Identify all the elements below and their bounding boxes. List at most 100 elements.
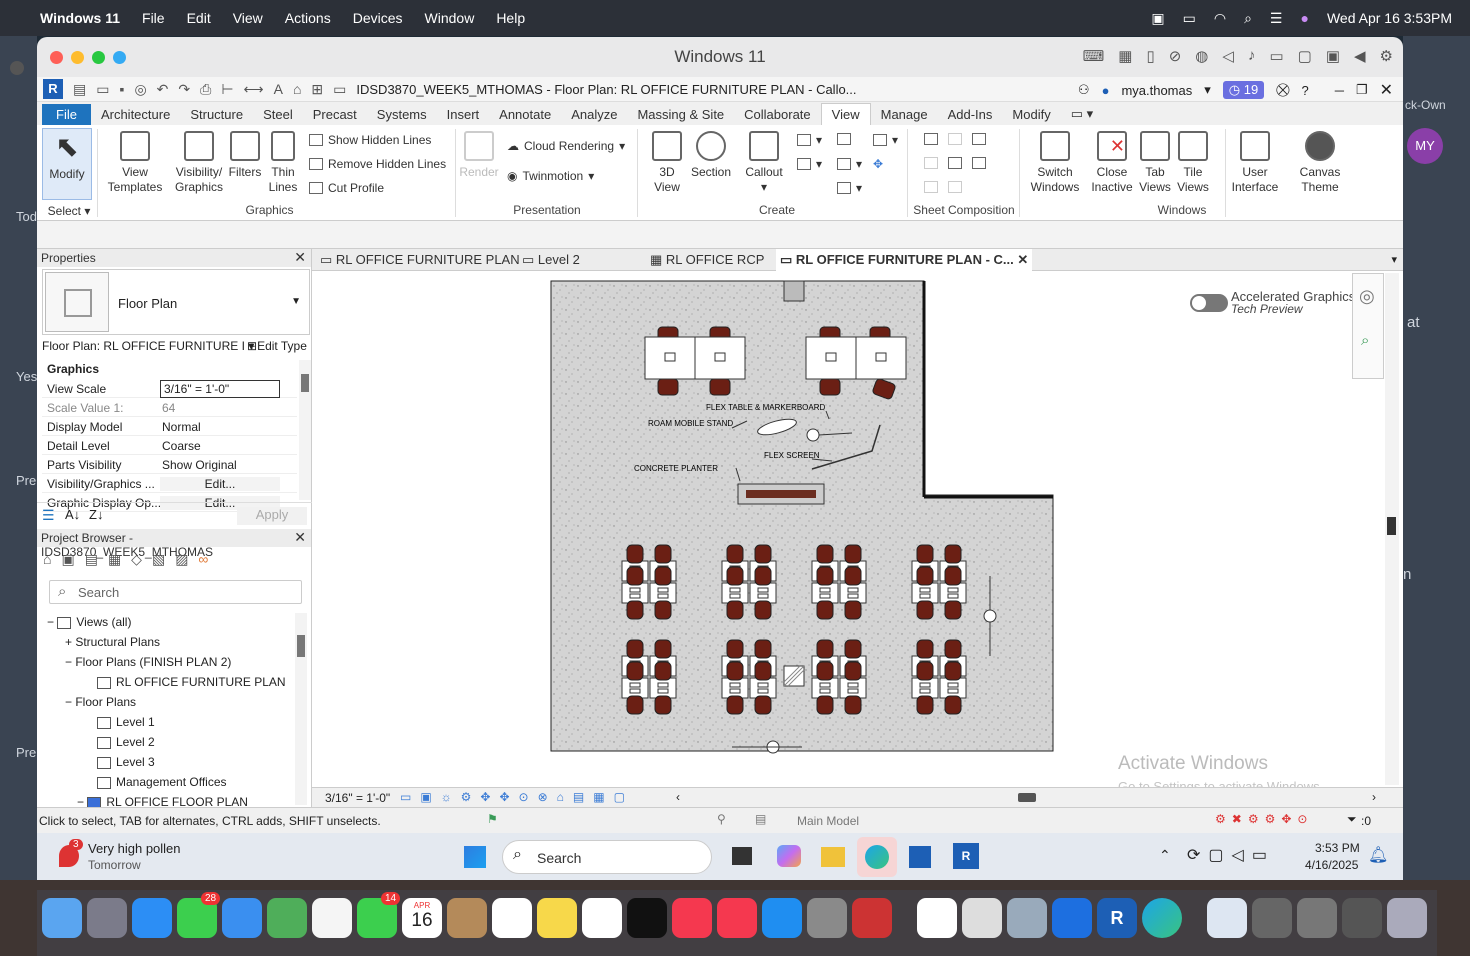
- tab-collaborate[interactable]: Collaborate: [734, 104, 821, 125]
- tab-annotate[interactable]: Annotate: [489, 104, 561, 125]
- tab-manage[interactable]: Manage: [871, 104, 938, 125]
- links-icon[interactable]: ▨: [175, 551, 188, 568]
- menubar-clock[interactable]: Wed Apr 16 3:53PM: [1327, 10, 1452, 26]
- wifi-icon[interactable]: ◠: [1214, 10, 1226, 27]
- dimension-icon[interactable]: ⟷: [244, 81, 264, 98]
- groups-icon[interactable]: ▧: [152, 551, 165, 568]
- tab-view[interactable]: View: [820, 103, 871, 125]
- menu-devices[interactable]: Devices: [353, 10, 403, 26]
- drive-icon[interactable]: ▭: [1269, 47, 1283, 65]
- close-tab-icon[interactable]: ✕: [1017, 252, 1028, 267]
- remote-desktop-icon[interactable]: [1007, 898, 1047, 938]
- tile-views-button[interactable]: Tile Views: [1175, 131, 1211, 195]
- browser-tree-item[interactable]: Level 1: [97, 715, 155, 729]
- property-row[interactable]: View Scale 3/16" = 1'-0": [42, 379, 297, 398]
- menu-help[interactable]: Help: [496, 10, 525, 26]
- system-tray-icons[interactable]: ⟳▢◁▭: [1187, 845, 1275, 865]
- tv-icon[interactable]: [627, 898, 667, 938]
- windows-11-icon[interactable]: [1052, 898, 1092, 938]
- families-icon[interactable]: ◇: [131, 551, 142, 568]
- view-ref-icon[interactable]: [972, 157, 986, 169]
- cut-profile-button[interactable]: Cut Profile: [309, 181, 384, 195]
- close-hidden-icon[interactable]: ⊞: [311, 81, 323, 98]
- open-icon[interactable]: ▤: [73, 81, 86, 98]
- windows-app-icon[interactable]: [917, 898, 957, 938]
- scope-box-button[interactable]: ✥: [873, 157, 883, 171]
- plan-views-button[interactable]: ▾: [797, 157, 822, 171]
- section-button[interactable]: Section: [689, 131, 733, 180]
- drafting-view-button[interactable]: [837, 133, 851, 145]
- browser-search-input[interactable]: ⌕ Search: [49, 580, 302, 604]
- file-explorer-icon[interactable]: [821, 847, 845, 867]
- user-interface-button[interactable]: User Interface: [1227, 131, 1283, 195]
- property-row[interactable]: Display Model Normal: [42, 417, 297, 436]
- browser-tree-item[interactable]: Management Offices: [97, 775, 227, 789]
- gear-icon[interactable]: ⚙: [1380, 47, 1393, 65]
- property-row[interactable]: Visibility/Graphics ... Edit...: [42, 474, 297, 493]
- sort-category-icon[interactable]: ☰: [42, 507, 55, 524]
- revit-logo-icon[interactable]: R: [43, 79, 63, 99]
- chevron-down-icon[interactable]: ▼: [291, 296, 301, 307]
- drawing-canvas[interactable]: FLEX TABLE & MARKERBOARD ROAM MOBILE STA…: [312, 271, 1403, 794]
- app-menu[interactable]: Windows 11: [40, 10, 120, 26]
- launchpad-icon[interactable]: [87, 898, 127, 938]
- tab-steel[interactable]: Steel: [253, 104, 303, 125]
- restore-icon[interactable]: ❐: [1356, 82, 1368, 98]
- window-thumbnail-icon[interactable]: [1297, 898, 1337, 938]
- notes-icon[interactable]: [537, 898, 577, 938]
- property-value[interactable]: Edit...: [160, 477, 280, 491]
- contextual-tab-dropdown-icon[interactable]: ▭ ▾: [1061, 103, 1103, 125]
- legends-button[interactable]: ▾: [837, 181, 862, 195]
- binoculars-icon[interactable]: ⚇: [1078, 82, 1090, 98]
- siri-icon[interactable]: ●: [1300, 10, 1308, 26]
- home-3d-icon[interactable]: ⌂: [293, 81, 301, 97]
- news-icon[interactable]: [717, 898, 757, 938]
- canvas-theme-button[interactable]: Canvas Theme: [1293, 131, 1347, 195]
- remove-hidden-lines-button[interactable]: Remove Hidden Lines: [309, 157, 446, 171]
- menu-file[interactable]: File: [142, 10, 165, 26]
- start-icon[interactable]: [464, 846, 486, 868]
- menu-edit[interactable]: Edit: [187, 10, 211, 26]
- sync-icon[interactable]: ◎: [134, 81, 146, 98]
- menu-window[interactable]: Window: [425, 10, 475, 26]
- browser-scrollbar[interactable]: [295, 613, 307, 805]
- floor-plan-drawing[interactable]: FLEX TABLE & MARKERBOARD ROAM MOBILE STA…: [312, 271, 1403, 787]
- folder-icon[interactable]: ▭: [96, 81, 109, 98]
- print-icon[interactable]: ⎙: [200, 81, 211, 98]
- tab-file[interactable]: File: [42, 104, 91, 125]
- user-name[interactable]: mya.thomas: [1121, 83, 1192, 98]
- property-value[interactable]: 3/16" = 1'-0": [160, 380, 280, 398]
- parallels-icon[interactable]: [852, 898, 892, 938]
- duplicate-view-button[interactable]: ▾: [837, 157, 862, 171]
- back-icon[interactable]: ◀: [1354, 47, 1366, 65]
- close-properties-icon[interactable]: ✕: [294, 249, 306, 266]
- cart-icon[interactable]: ⛒: [1276, 82, 1289, 98]
- tab-precast[interactable]: Precast: [303, 104, 367, 125]
- sheet-icon[interactable]: [924, 133, 938, 145]
- schedules-icon[interactable]: ▦: [108, 551, 121, 568]
- notification-bell-icon[interactable]: 🔔︎: [1368, 845, 1388, 865]
- scroll-right-icon[interactable]: ›: [1372, 790, 1376, 804]
- trash-icon[interactable]: [1387, 898, 1427, 938]
- revisions-icon[interactable]: [972, 133, 986, 145]
- video-icon[interactable]: ▢: [1298, 47, 1312, 65]
- close-browser-icon[interactable]: ✕: [294, 529, 306, 546]
- property-row[interactable]: Scale Value 1: 64: [42, 398, 297, 417]
- browser-tree-item[interactable]: − Floor Plans: [65, 695, 136, 709]
- graphics-group[interactable]: Graphics: [42, 360, 297, 378]
- notification-badge[interactable]: ◷ 19: [1222, 81, 1265, 99]
- close-icon[interactable]: ✕: [1380, 80, 1393, 100]
- text-icon[interactable]: A: [274, 81, 283, 97]
- revit-taskbar-icon[interactable]: R: [953, 843, 979, 869]
- redo-icon[interactable]: ↷: [178, 81, 190, 98]
- close-inactive-button[interactable]: ✕ Close Inactive: [1087, 131, 1137, 195]
- elevation-button[interactable]: ▾: [797, 133, 822, 147]
- matchline-icon[interactable]: [948, 157, 962, 169]
- tab-systems[interactable]: Systems: [367, 104, 437, 125]
- safari-icon[interactable]: [132, 898, 172, 938]
- keyboard-icon[interactable]: ⌨: [1083, 47, 1105, 65]
- home-icon[interactable]: ⌂: [43, 551, 51, 568]
- spotlight-icon[interactable]: ⌕: [1244, 10, 1252, 27]
- filter-icon[interactable]: ⏷: [1347, 812, 1357, 827]
- taskbar-date[interactable]: 4/16/2025: [1305, 858, 1358, 872]
